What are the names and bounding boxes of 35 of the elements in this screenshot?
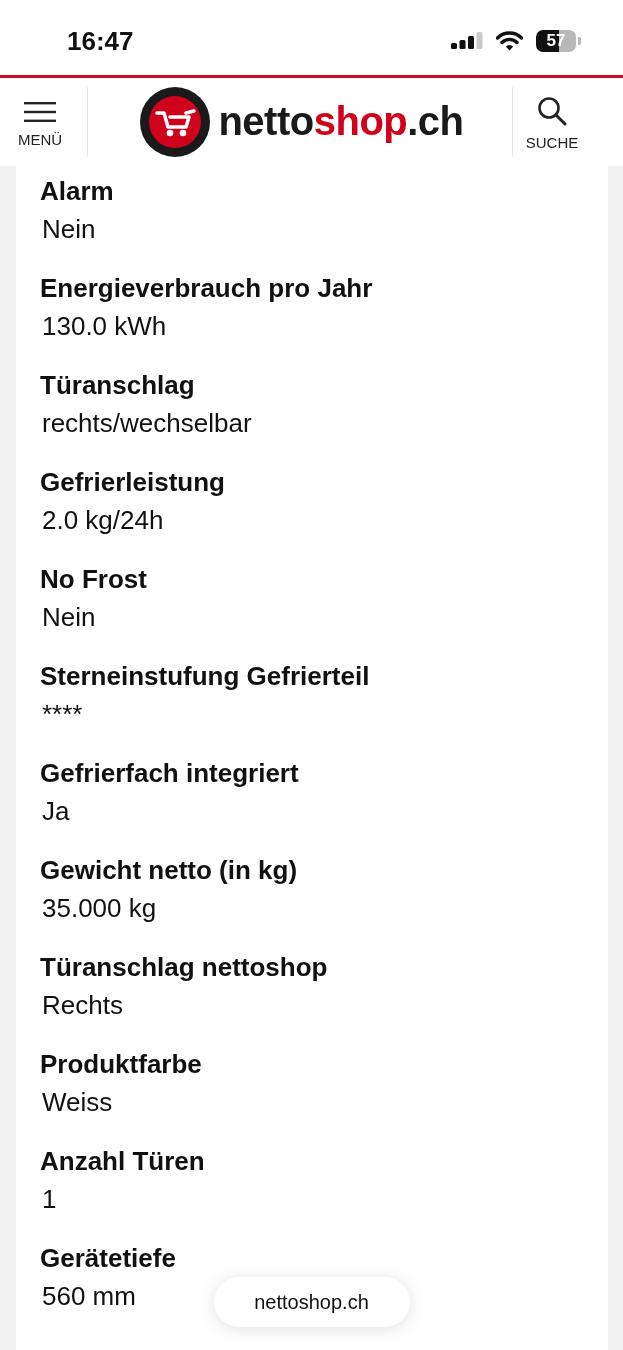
signal-icon [451, 29, 483, 52]
menu-icon [24, 101, 56, 122]
url-pill[interactable]: nettoshop.ch [213, 1277, 410, 1327]
spec-label: Gerätetiefe [40, 1242, 176, 1275]
spec-value: 130.0 kWh [41, 310, 167, 343]
search-button[interactable]: SUCHE [513, 78, 591, 166]
spec-value: Nein [41, 213, 96, 246]
spec-label: No Frost [40, 563, 147, 596]
spec-value: **** [41, 698, 83, 731]
logo-wordmark: nettoshop.ch [218, 101, 464, 143]
spec-value: rechts/wechselbar [41, 407, 252, 440]
menu-button[interactable]: MENÜ [0, 78, 87, 166]
spec-label: Produktfarbe [40, 1048, 202, 1081]
spec-label: Sterneinstufung Gefrierteil [40, 660, 370, 693]
spec-value: 1 [41, 1183, 57, 1216]
spec-label: Türanschlag [40, 369, 195, 402]
status-time: 16:47 [67, 27, 134, 54]
spec-label: Anzahl Türen [40, 1145, 205, 1178]
spec-value: Ja [41, 795, 70, 828]
wifi-icon [496, 30, 523, 51]
spec-value: 560 mm [41, 1280, 136, 1313]
cart-logo-icon [140, 87, 211, 157]
logo-link[interactable]: nettoshop.ch [88, 78, 512, 166]
spec-label: Türanschlag nettoshop [40, 951, 328, 984]
spec-label: Gewicht netto (in kg) [40, 854, 298, 887]
spec-value: Weiss [41, 1086, 113, 1119]
spec-label: Energieverbrauch pro Jahr [40, 272, 373, 305]
spec-value: 2.0 kg/24h [41, 504, 164, 537]
spec-value: Rechts [41, 989, 123, 1022]
spec-value: 35.000 kg [41, 892, 157, 925]
spec-value: Nein [41, 601, 96, 634]
spec-label: Gefrierleistung [40, 466, 225, 499]
spec-label: Alarm [40, 175, 114, 208]
spec-label: Gefrierfach integriert [40, 757, 299, 790]
search-icon [537, 96, 567, 126]
